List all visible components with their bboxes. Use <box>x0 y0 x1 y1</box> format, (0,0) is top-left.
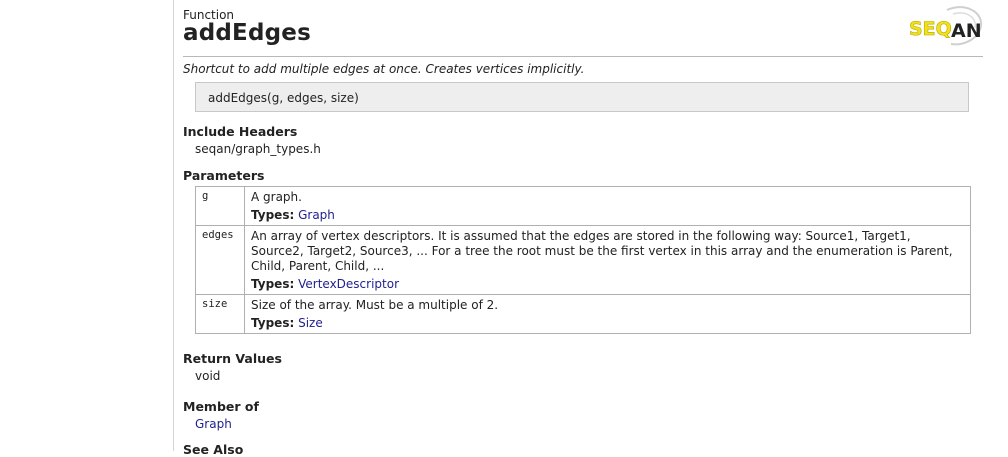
page-title: addEdges <box>183 20 311 46</box>
function-summary: Shortcut to add multiple edges at once. … <box>183 62 585 76</box>
type-link-vertexdescriptor[interactable]: VertexDescriptor <box>298 277 399 291</box>
types-label: Types: <box>251 277 295 291</box>
seqan-logo[interactable]: SEQ AN <box>907 4 987 48</box>
types-label: Types: <box>251 316 295 330</box>
member-of-heading: Member of <box>183 399 259 414</box>
return-values-heading: Return Values <box>183 351 282 366</box>
svg-text:AN: AN <box>951 20 982 42</box>
see-also-heading: See Also <box>183 442 244 457</box>
param-cell: Size of the array. Must be a multiple of… <box>244 294 971 334</box>
function-signature: addEdges(g, edges, size) <box>195 82 969 112</box>
type-link-graph[interactable]: Graph <box>298 208 335 222</box>
return-value: void <box>195 369 221 383</box>
parameters-table: g A graph. Types: Graph edges An array o… <box>195 186 971 334</box>
include-header-file: seqan/graph_types.h <box>195 142 321 156</box>
param-description: An array of vertex descriptors. It is as… <box>251 229 953 273</box>
include-headers-heading: Include Headers <box>183 124 298 139</box>
left-navigation-panel <box>0 0 174 451</box>
parameters-heading: Parameters <box>183 168 265 183</box>
table-row: g A graph. Types: Graph <box>195 186 971 226</box>
param-types: Types: Size <box>251 316 964 330</box>
param-types: Types: VertexDescriptor <box>251 277 964 291</box>
types-label: Types: <box>251 208 295 222</box>
member-of-link-graph[interactable]: Graph <box>195 417 232 431</box>
param-name: edges <box>195 225 245 295</box>
title-divider <box>183 56 983 57</box>
param-description: Size of the array. Must be a multiple of… <box>251 298 499 312</box>
type-link-size[interactable]: Size <box>298 316 323 330</box>
param-name: size <box>195 294 245 334</box>
svg-text:SEQ: SEQ <box>909 18 952 40</box>
param-types: Types: Graph <box>251 208 964 222</box>
param-description: A graph. <box>251 190 302 204</box>
table-row: edges An array of vertex descriptors. It… <box>195 225 971 295</box>
param-name: g <box>195 186 245 226</box>
table-row: size Size of the array. Must be a multip… <box>195 294 971 334</box>
param-cell: An array of vertex descriptors. It is as… <box>244 225 971 295</box>
param-cell: A graph. Types: Graph <box>244 186 971 226</box>
